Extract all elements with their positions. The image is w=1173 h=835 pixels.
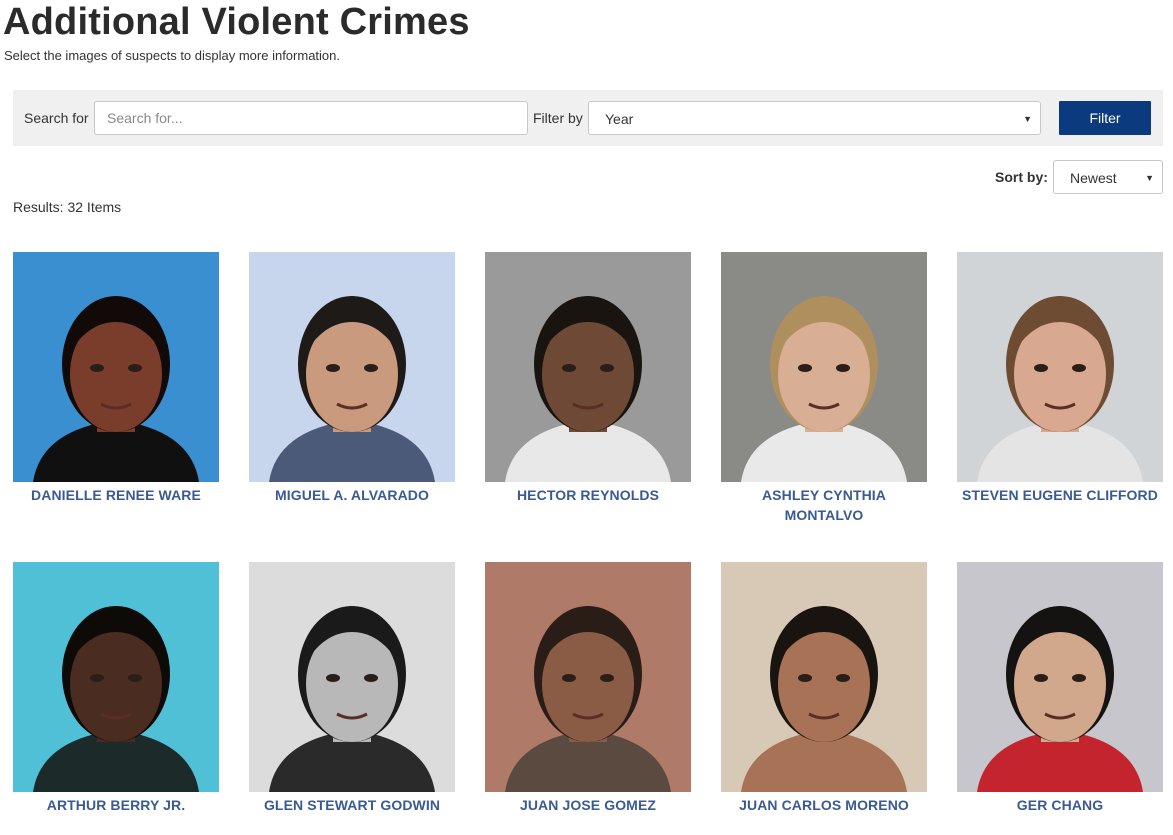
suspect-photo[interactable]: [249, 252, 455, 482]
suspect-photo-icon: [13, 252, 219, 482]
suspect-name-link[interactable]: DANIELLE RENEE WARE: [13, 485, 219, 505]
suspect-card[interactable]: DANIELLE RENEE WARE: [13, 252, 219, 505]
suspect-photo-icon: [721, 252, 927, 482]
suspect-name-link[interactable]: ARTHUR BERRY JR.: [13, 795, 219, 815]
suspect-name-link[interactable]: JUAN CARLOS MORENO: [721, 795, 927, 815]
suspect-card[interactable]: GER CHANG: [957, 562, 1163, 815]
suspect-name-link[interactable]: MIGUEL A. ALVARADO: [249, 485, 455, 505]
suspect-photo-icon: [485, 252, 691, 482]
suspect-card[interactable]: HECTOR REYNOLDS: [485, 252, 691, 505]
suspect-name-link[interactable]: HECTOR REYNOLDS: [485, 485, 691, 505]
suspect-photo-icon: [249, 252, 455, 482]
suspect-name-link[interactable]: JUAN JOSE GOMEZ: [485, 795, 691, 815]
suspect-photo-icon: [957, 562, 1163, 792]
search-input[interactable]: [94, 101, 528, 135]
suspect-name-link[interactable]: GER CHANG: [957, 795, 1163, 815]
suspect-card[interactable]: MIGUEL A. ALVARADO: [249, 252, 455, 505]
suspect-photo-icon: [249, 562, 455, 792]
suspect-card[interactable]: STEVEN EUGENE CLIFFORD: [957, 252, 1163, 505]
suspect-photo[interactable]: [485, 252, 691, 482]
suspect-card[interactable]: JUAN JOSE GOMEZ: [485, 562, 691, 815]
year-select-value: Year: [605, 111, 634, 127]
suspect-photo-icon: [485, 562, 691, 792]
suspect-card[interactable]: ARTHUR BERRY JR.: [13, 562, 219, 815]
suspect-name-link[interactable]: STEVEN EUGENE CLIFFORD: [957, 485, 1163, 505]
results-count: Results: 32 Items: [13, 199, 122, 215]
page-title: Additional Violent Crimes: [3, 1, 470, 43]
suspect-photo[interactable]: [249, 562, 455, 792]
suspect-photo[interactable]: [721, 252, 927, 482]
suspect-photo[interactable]: [13, 252, 219, 482]
filter-by-label: Filter by: [533, 110, 583, 126]
suspect-name-link[interactable]: GLEN STEWART GODWIN: [249, 795, 455, 815]
suspect-photo[interactable]: [13, 562, 219, 792]
page-subtitle: Select the images of suspects to display…: [4, 48, 340, 63]
suspect-photo[interactable]: [485, 562, 691, 792]
search-label: Search for: [24, 110, 89, 126]
sort-label: Sort by:: [995, 169, 1048, 185]
suspect-photo[interactable]: [957, 252, 1163, 482]
suspect-card[interactable]: ASHLEY CYNTHIA MONTALVO: [721, 252, 927, 525]
suspect-photo[interactable]: [957, 562, 1163, 792]
filter-button[interactable]: Filter: [1059, 101, 1151, 135]
suspect-photo[interactable]: [721, 562, 927, 792]
sort-select-value: Newest: [1070, 170, 1117, 186]
chevron-down-icon: ▼: [1023, 114, 1032, 124]
suspect-name-link[interactable]: ASHLEY CYNTHIA MONTALVO: [721, 485, 927, 525]
chevron-down-icon: ▼: [1145, 173, 1154, 183]
suspect-photo-icon: [13, 562, 219, 792]
sort-select[interactable]: Newest ▼: [1053, 160, 1163, 194]
filter-bar: Search for Filter by Year ▼ Filter: [13, 90, 1163, 146]
suspect-card[interactable]: JUAN CARLOS MORENO: [721, 562, 927, 815]
suspect-photo-icon: [721, 562, 927, 792]
year-select[interactable]: Year ▼: [588, 101, 1041, 135]
suspect-photo-icon: [957, 252, 1163, 482]
suspect-card[interactable]: GLEN STEWART GODWIN: [249, 562, 455, 815]
